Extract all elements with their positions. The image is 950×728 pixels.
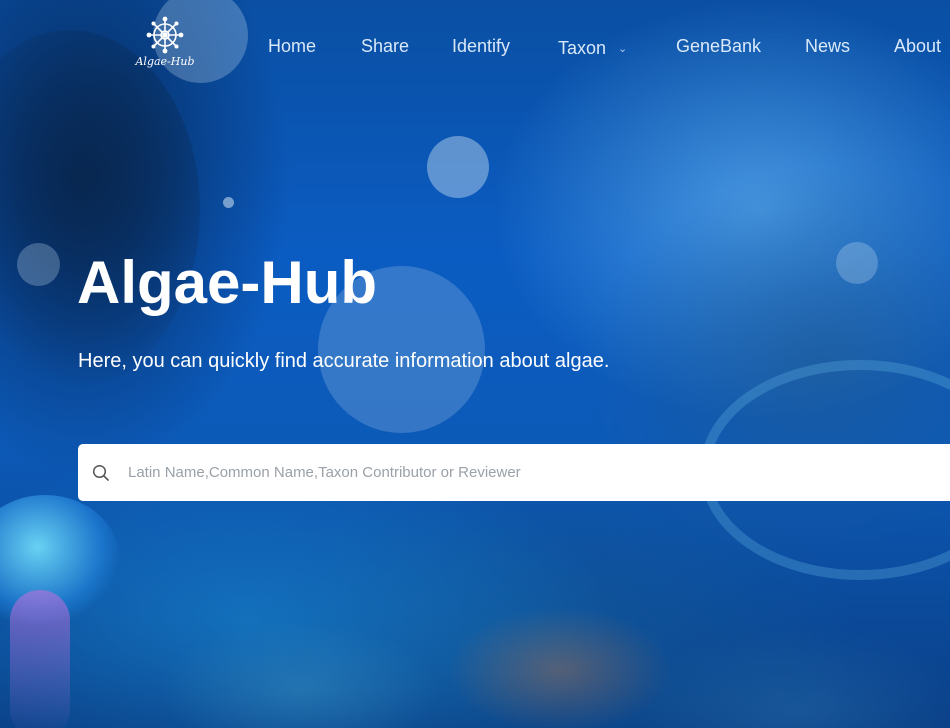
nav-share[interactable]: Share — [361, 36, 409, 58]
nav-news[interactable]: News — [805, 36, 850, 58]
nav-about[interactable]: About — [894, 36, 941, 58]
nav-genebank[interactable]: GeneBank — [676, 36, 761, 58]
hero-title: Algae-Hub — [77, 249, 377, 316]
bubble — [427, 136, 489, 198]
chevron-down-icon: ⌄ — [618, 43, 628, 55]
nav-identify[interactable]: Identify — [452, 36, 510, 58]
bubble — [836, 242, 878, 284]
nav-home[interactable]: Home — [268, 36, 316, 58]
site-logo[interactable]: Algae-Hub — [133, 16, 197, 74]
hero-subtitle: Here, you can quickly find accurate info… — [78, 350, 610, 372]
bubble — [223, 197, 234, 208]
top-navigation: Algae-Hub Home Share Identify Taxon ⌄ Gen… — [0, 0, 950, 90]
nav-taxon-label: Taxon — [558, 38, 607, 58]
diatom-logo-icon — [146, 16, 184, 54]
jellyfish-tentacles — [10, 590, 70, 728]
logo-text: Algae-Hub — [135, 55, 195, 68]
search-icon[interactable] — [92, 464, 110, 482]
background-reef — [0, 560, 950, 728]
search-input[interactable] — [128, 452, 888, 493]
nav-taxon-dropdown[interactable]: Taxon ⌄ — [558, 38, 627, 60]
bubble — [17, 243, 60, 286]
search-bar — [78, 444, 950, 501]
